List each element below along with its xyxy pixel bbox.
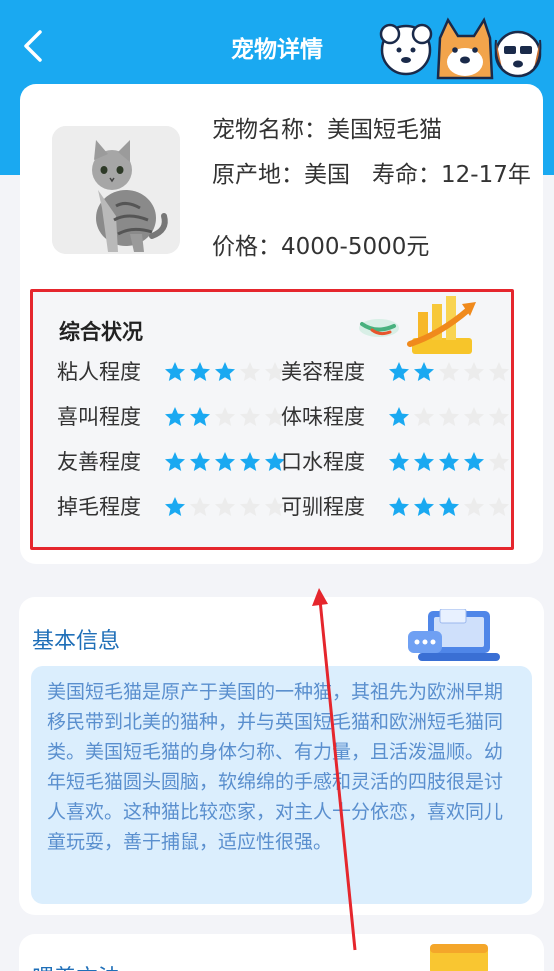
pet-origin-lifespan: 原产地：美国 寿命：12-17年 <box>212 159 542 192</box>
star-icon <box>414 362 434 381</box>
status-title: 综合状况 <box>59 320 143 344</box>
star-icon <box>165 362 185 381</box>
star-icon <box>389 497 409 516</box>
status-label: 体味程度 <box>281 405 365 429</box>
pet-name: 宠物名称：美国短毛猫 <box>212 117 442 143</box>
pet-food-icon <box>430 944 488 971</box>
cat-image-icon <box>52 126 180 254</box>
star-icon <box>464 497 484 516</box>
star-icon <box>165 452 185 471</box>
dogs-illustration-icon <box>379 17 542 80</box>
status-stars <box>387 450 512 474</box>
basic-info-description: 美国短毛猫是原产于美国的一种猫，其祖先为欧洲早期移民带到北美的猫种，并与英国短毛… <box>31 666 532 904</box>
status-stars <box>163 495 288 519</box>
star-icon <box>215 407 235 426</box>
star-icon <box>414 452 434 471</box>
pet-photo <box>52 126 180 254</box>
star-icon <box>439 407 459 426</box>
overall-status-section: 综合状况 粘人程度 美容程度喜叫程度 体味程度友善程度 口水程度掉毛程度 可驯程度 <box>30 289 514 550</box>
star-icon <box>489 407 509 426</box>
basic-info-title: 基本信息 <box>32 629 121 654</box>
star-icon <box>489 452 509 471</box>
status-label: 喜叫程度 <box>57 405 141 429</box>
status-label: 友善程度 <box>57 450 141 474</box>
pet-lifespan: 寿命：12-17年 <box>372 162 531 188</box>
pet-summary-card: 宠物名称：美国短毛猫 原产地：美国 寿命：12-17年 价格：4000-5000元… <box>20 84 543 564</box>
feeding-method-card: 喂养方法 <box>19 934 544 971</box>
laptop-chat-icon <box>408 609 500 661</box>
star-icon <box>414 407 434 426</box>
star-icon <box>190 497 210 516</box>
star-icon <box>439 497 459 516</box>
star-icon <box>240 452 260 471</box>
star-icon <box>439 362 459 381</box>
status-stars <box>387 405 512 429</box>
star-icon <box>389 452 409 471</box>
status-stars <box>163 360 288 384</box>
status-label: 可驯程度 <box>281 495 365 519</box>
chart-growth-icon <box>359 296 476 354</box>
star-icon <box>464 362 484 381</box>
status-label: 粘人程度 <box>57 360 141 384</box>
star-icon <box>215 497 235 516</box>
star-icon <box>439 452 459 471</box>
feeding-method-title: 喂养方法 <box>32 960 120 971</box>
status-label: 美容程度 <box>281 360 365 384</box>
star-icon <box>489 362 509 381</box>
star-icon <box>464 452 484 471</box>
star-icon <box>165 497 185 516</box>
star-icon <box>190 362 210 381</box>
pet-price: 价格：4000-5000元 <box>212 234 430 260</box>
status-stars <box>387 495 512 519</box>
star-icon <box>190 452 210 471</box>
status-label: 口水程度 <box>281 450 365 474</box>
basic-info-card: 基本信息 美国短毛猫是原产于美国的一种猫，其祖先为欧洲早期移民带到北美的猫种，并… <box>19 597 544 915</box>
status-stars <box>163 405 288 429</box>
star-icon <box>190 407 210 426</box>
star-icon <box>489 497 509 516</box>
star-icon <box>240 362 260 381</box>
star-icon <box>215 362 235 381</box>
star-icon <box>389 362 409 381</box>
star-icon <box>414 497 434 516</box>
pet-origin: 原产地：美国 <box>212 162 350 188</box>
status-label: 掉毛程度 <box>57 495 141 519</box>
star-icon <box>165 407 185 426</box>
status-stars <box>387 360 512 384</box>
status-stars <box>163 450 288 474</box>
star-icon <box>240 407 260 426</box>
star-icon <box>389 407 409 426</box>
star-icon <box>240 497 260 516</box>
star-icon <box>215 452 235 471</box>
star-icon <box>464 407 484 426</box>
